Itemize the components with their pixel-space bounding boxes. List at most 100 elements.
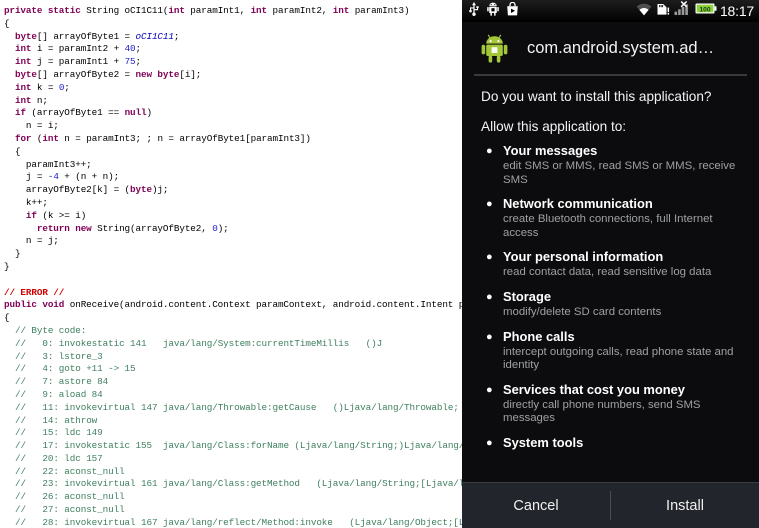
code-line: k++; <box>4 196 48 208</box>
status-bar-right-icons: 100 <box>636 1 717 21</box>
status-bar-left-icons <box>468 1 519 21</box>
code-line: // 28: invokevirtual 167 java/lang/refle… <box>14 516 462 528</box>
battery-level-text: 100 <box>699 6 710 13</box>
dialog-title-row: com.android.system.ad… <box>462 22 759 74</box>
dialog-body[interactable]: Do you want to install this application?… <box>462 76 759 482</box>
code-line: // 22: aconst_null <box>14 465 125 477</box>
code-line: for (int n = paramInt3; ; n = arrayOfByt… <box>14 132 311 144</box>
android-install-dialog-screen: 100 18:17 com.android.system.ad… Do you … <box>462 0 759 528</box>
android-debug-icon <box>487 2 499 21</box>
permission-item: ● System tools <box>481 435 745 452</box>
permission-list: ● Your messages edit SMS or MMS, read SMS … <box>481 143 745 452</box>
bullet-icon: ● <box>486 290 493 303</box>
bullet-icon: ● <box>486 251 493 264</box>
permission-description: edit SMS or MMS, read SMS or MMS, receiv… <box>503 160 736 186</box>
install-button[interactable]: Install <box>611 483 759 528</box>
permission-text: System tools <box>503 435 745 452</box>
code-line: arrayOfByte2[k] = (byte)j; <box>4 184 169 196</box>
permission-description: intercept outgoing calls, read phone sta… <box>503 345 734 372</box>
code-line: // ERROR // <box>4 286 65 298</box>
code-line: // 23: invokevirtual 161 java/lang/Class… <box>14 478 462 490</box>
permission-text: Network communication create Bluetooth co… <box>503 196 745 240</box>
code-line: // Byte code: <box>14 324 87 336</box>
permission-item: ● Your messages edit SMS or MMS, read SMS … <box>481 143 745 187</box>
code-line: return new String(arrayOfByte2, 0); <box>36 222 229 234</box>
code-line: int n; <box>14 94 48 106</box>
code-line: private static String oCI1C11(int paramI… <box>4 5 410 16</box>
permission-description: create Bluetooth connections, full Inter… <box>503 213 713 239</box>
permission-item: ● Services that cost you money directly ca… <box>481 382 745 426</box>
app-package-title: com.android.system.ad… <box>527 39 715 57</box>
code-line: j = -4 + (n + n); <box>4 171 120 183</box>
dialog-button-bar: Cancel Install <box>462 482 759 528</box>
code-line: int i = paramInt2 + 40; <box>14 43 142 55</box>
cancel-button[interactable]: Cancel <box>462 483 610 528</box>
bullet-icon: ● <box>486 198 493 211</box>
code-line: public void onReceive(android.content.Co… <box>4 299 462 311</box>
code-line: { <box>4 145 21 157</box>
decompiled-code-pane[interactable]: private static String oCI1C11(int paramI… <box>0 0 462 528</box>
status-bar-clock: 18:17 <box>719 3 754 19</box>
code-line: paramInt3++; <box>4 158 92 170</box>
battery-icon: 100 <box>695 2 717 20</box>
permission-text: Your personal information read contact da… <box>503 249 745 280</box>
permission-text: Your messages edit SMS or MMS, read SMS o… <box>503 143 745 187</box>
permission-item: ● Network communication create Bluetooth c… <box>481 196 745 240</box>
bullet-icon: ● <box>486 330 493 343</box>
code-line: n = i; <box>4 120 59 132</box>
code-line: // 14: athrow <box>14 414 98 426</box>
sdcard-alert-icon <box>656 2 670 21</box>
bullet-icon: ● <box>486 145 493 157</box>
permission-title: Phone calls <box>503 328 575 344</box>
code-line: // 7: astore 84 <box>14 376 109 388</box>
code-line: // 27: aconst_null <box>14 504 125 516</box>
code-line: byte[] arrayOfByte1 = oCI1C11; <box>14 30 180 42</box>
code-line: // 0: invokestatic 141 java/lang/System:… <box>14 337 383 349</box>
code-line: if (k >= i) <box>25 209 87 221</box>
code-line: if (arrayOfByte1 == null) <box>14 107 152 119</box>
allow-label-text: Allow this application to: <box>481 119 627 134</box>
code-line: } <box>4 248 21 260</box>
code-line: // 3: lstore_3 <box>14 350 103 362</box>
permission-title: Your personal information <box>503 249 664 265</box>
usb-icon <box>468 1 480 21</box>
permission-description: directly call phone numbers, send SMS me… <box>503 398 701 425</box>
code-line: // 20: ldc 157 <box>14 452 103 464</box>
permission-title: Storage <box>503 288 551 304</box>
code-line: n = j; <box>4 235 59 247</box>
screen: private static String oCI1C11(int paramI… <box>0 0 759 528</box>
bullet-icon: ● <box>486 436 493 449</box>
code-line: } <box>4 260 10 272</box>
code-line: // 26: aconst_null <box>14 491 125 503</box>
play-store-icon <box>506 1 519 21</box>
code-line: { <box>4 312 10 324</box>
bullet-icon: ● <box>486 383 493 396</box>
permission-text: Storage modify/delete SD card contents <box>503 289 745 320</box>
status-bar: 100 18:17 <box>462 0 759 22</box>
signal-no-service-icon <box>674 1 691 21</box>
permission-item: ● Your personal information read contact d… <box>481 249 745 280</box>
permission-item: ● Phone calls intercept outgoing calls, re… <box>481 329 745 373</box>
wifi-icon <box>636 2 652 21</box>
permission-title: Network communication <box>503 196 653 212</box>
code-line: // 11: invokevirtual 147 java/lang/Throw… <box>14 401 459 413</box>
permission-title: Your messages <box>503 143 598 158</box>
android-robot-icon <box>479 33 510 64</box>
code-line: byte[] arrayOfByte2 = new byte[i]; <box>14 68 202 80</box>
code-line: // 4: goto +11 -> 15 <box>14 363 136 375</box>
code-line: // 15: ldc 149 <box>14 427 103 439</box>
permission-text: Services that cost you money directly cal… <box>503 382 745 426</box>
code-line: { <box>4 17 10 29</box>
code-line: // 17: invokestatic 155 java/lang/Class:… <box>14 440 462 452</box>
permission-item: ● Storage modify/delete SD card contents <box>481 289 745 320</box>
permission-description: read contact data, read sensitive log da… <box>503 266 712 279</box>
code-line: int k = 0; <box>14 81 70 93</box>
code-line-list: private static String oCI1C11(int paramI… <box>4 5 462 528</box>
permission-title: Services that cost you money <box>503 381 685 397</box>
code-line: // 9: aload 84 <box>14 388 103 400</box>
permission-text: Phone calls intercept outgoing calls, rea… <box>503 329 745 373</box>
install-question-text: Do you want to install this application? <box>481 89 712 104</box>
permission-description: modify/delete SD card contents <box>503 305 662 318</box>
code-line: int j = paramInt1 + 75; <box>14 56 142 68</box>
